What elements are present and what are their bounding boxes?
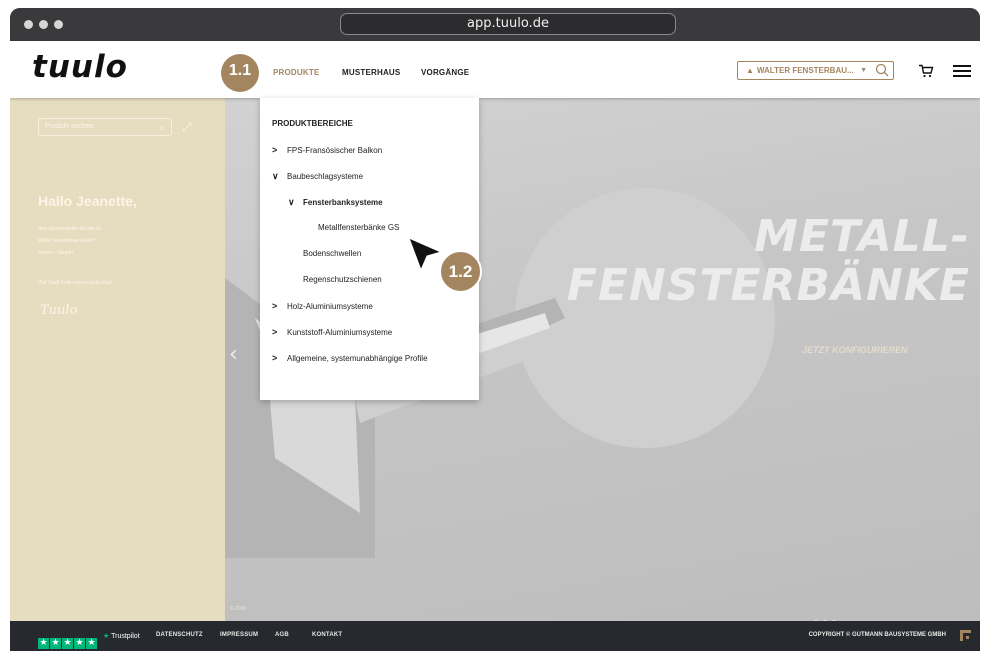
hero-title-line2: FENSTERBÄNKE: [566, 260, 970, 311]
step-badge: 1.1: [221, 54, 259, 92]
menu-item-regenschutzschienen[interactable]: Regenschutzschienen: [303, 275, 382, 284]
step-badge: 1.2: [439, 250, 482, 293]
chevron-down-icon: ∨: [272, 171, 279, 181]
nav-musterhaus[interactable]: MUSTERHAUS: [342, 68, 400, 77]
menu-item-baubeschlagsysteme[interactable]: ∨ Baubeschlagsysteme: [272, 171, 363, 182]
minimize-window-icon[interactable]: [39, 20, 48, 29]
trustpilot-stars-icon[interactable]: ★ ★ ★ ★ ★: [38, 630, 98, 649]
browser-toolbar: app.tuulo.de: [10, 8, 980, 41]
sidebar: Produkt suchen ⌕ ⤢ Hallo Jeanette, dein …: [10, 98, 225, 621]
dropdown-heading: PRODUKTBEREICHE: [272, 119, 353, 128]
mouse-cursor-icon: [408, 237, 443, 272]
carousel-dots[interactable]: [814, 609, 841, 621]
nav-vorgaenge[interactable]: VORGÄNGE: [421, 68, 469, 77]
chevron-right-icon: >: [272, 301, 278, 311]
app-logo[interactable]: tuulo: [32, 49, 128, 85]
carousel-prev-icon[interactable]: ‹: [229, 342, 238, 367]
search-placeholder: Produkt suchen: [45, 123, 94, 130]
address-bar[interactable]: app.tuulo.de: [340, 13, 676, 35]
products-dropdown: PRODUKTBEREICHE > FPS-Fransösischer Balko…: [260, 98, 479, 400]
hero-title-line1: METALL-: [754, 211, 970, 262]
chevron-right-icon: >: [272, 145, 278, 155]
sidebar-text: Walter Fensterbau GmbH: [38, 238, 95, 244]
copyright: COPYRIGHT © GUTMANN BAUSYSTEME GMBH: [808, 632, 946, 638]
menu-item-allgemeine-profile[interactable]: > Allgemeine, systemunabhängige Profile: [272, 353, 428, 363]
cart-icon[interactable]: [918, 64, 934, 78]
sidebar-text: Viel Spaß in der neuen tuulo App!: [38, 280, 113, 286]
caret-down-icon: ▼: [860, 67, 867, 74]
menu-item-label: Holz-Aluminiumsysteme: [287, 302, 373, 311]
menu-item-kunststoff-aluminium[interactable]: > Kunststoff-Aluminiumsysteme: [272, 327, 392, 337]
sidebar-text: dein ausgewählter Kunde ist:: [38, 226, 103, 232]
menu-item-label: Kunststoff-Aluminiumsysteme: [287, 328, 393, 337]
menu-item-bodenschwellen[interactable]: Bodenschwellen: [303, 249, 361, 258]
footer-link-impressum[interactable]: IMPRESSUM: [220, 632, 258, 638]
close-window-icon[interactable]: [24, 20, 33, 29]
main-content: Produkt suchen ⌕ ⤢ Hallo Jeanette, dein …: [10, 98, 980, 621]
menu-icon[interactable]: [953, 65, 971, 77]
customer-select[interactable]: ▲ WALTER FENSTERBAU... ▼: [737, 61, 894, 80]
customer-select-value: WALTER FENSTERBAU...: [756, 66, 854, 75]
footer-link-agb[interactable]: AGB: [275, 632, 289, 638]
greeting: Hallo Jeanette,: [38, 193, 137, 209]
chevron-down-icon: ∨: [288, 197, 295, 207]
expand-icon[interactable]: ⤢: [182, 120, 192, 135]
search-icon[interactable]: ⌕: [159, 120, 165, 136]
menu-item-holz-aluminium[interactable]: > Holz-Aluminiumsysteme: [272, 301, 373, 311]
sidebar-footnote: © 2020: [230, 606, 247, 612]
menu-item-metallfensterbaenke[interactable]: Metallfensterbänke GS: [318, 223, 399, 232]
person-icon: ▲: [746, 66, 754, 75]
maximize-window-icon[interactable]: [54, 20, 63, 29]
menu-item-label: Baubeschlagsysteme: [287, 172, 364, 181]
menu-item-label: Fensterbanksysteme: [303, 198, 383, 207]
menu-item-label: FPS-Fransösischer Balkon: [287, 146, 383, 155]
app-header: tuulo 1.1 PRODUKTE MUSTERHAUS VORGÄNGE ▲…: [10, 41, 980, 98]
footer-link-kontakt[interactable]: KONTAKT: [312, 632, 342, 638]
search-icon[interactable]: [875, 63, 889, 77]
chevron-right-icon: >: [272, 353, 278, 363]
signature: Tuulo: [40, 303, 78, 318]
nav-produkte[interactable]: PRODUKTE: [273, 68, 320, 77]
menu-item-fps[interactable]: > FPS-Fransösischer Balkon: [272, 145, 382, 155]
chevron-right-icon: >: [272, 327, 278, 337]
app-footer: ★ ★ ★ ★ ★ ★ Trustpilot DATENSCHUTZ IMPRESSUM…: [10, 621, 980, 651]
sidebar-text: Sorten · Stegen: [38, 250, 74, 256]
product-search-input[interactable]: Produkt suchen ⌕: [38, 118, 172, 136]
menu-item-fensterbanksysteme[interactable]: ∨ Fensterbanksysteme: [288, 197, 383, 208]
trustpilot-label[interactable]: ★ Trustpilot: [103, 632, 140, 640]
brand-mark-icon: [960, 630, 971, 641]
footer-link-datenschutz[interactable]: DATENSCHUTZ: [156, 632, 203, 638]
browser-window: app.tuulo.de tuulo 1.1 PRODUKTE MUSTERHA…: [10, 8, 980, 651]
menu-item-label: Allgemeine, systemunabhängige Profile: [287, 354, 428, 363]
hero-cta[interactable]: JETZT KONFIGURIEREN: [802, 345, 908, 355]
